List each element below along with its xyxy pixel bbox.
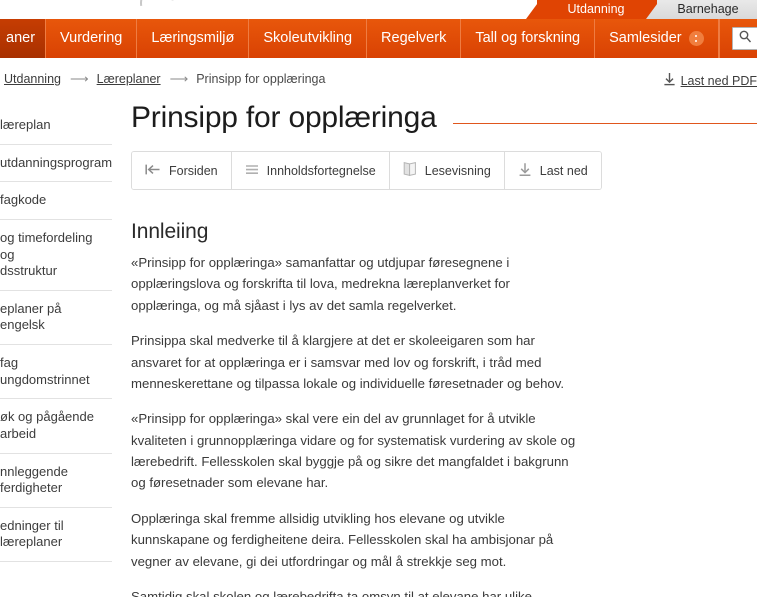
search-area <box>718 19 757 58</box>
tab-skew-shape <box>526 0 540 19</box>
nav-item-label: Skoleutvikling <box>263 30 353 47</box>
sidebar: læreplan utdanningsprogram fagkode og ti… <box>0 98 112 562</box>
forsiden-button[interactable]: Forsiden <box>132 152 232 189</box>
section-tab-label: Barnehage <box>677 2 739 16</box>
section-tabs: Utdanning Barnehage <box>526 0 757 19</box>
back-to-start-icon <box>145 163 161 179</box>
page-root: Utdanning Barnehage aner Vurdering Lærin… <box>0 0 757 597</box>
search-icon <box>739 30 752 48</box>
sidebar-item-1[interactable]: utdanningsprogram <box>0 145 112 183</box>
page-title: Prinsipp for opplæringa <box>131 101 437 134</box>
nav-item-label: Tall og forskning <box>475 30 581 47</box>
body-paragraph-2: «Prinsipp for opplæringa» skal vere ein … <box>131 411 576 491</box>
content-area: læreplan utdanningsprogram fagkode og ti… <box>0 98 757 597</box>
nav-item-samlesider[interactable]: Samlesider <box>595 19 719 58</box>
nav-item-label: Læringsmiljø <box>151 30 235 47</box>
sidebar-item-7[interactable]: nnleggende ferdigheter <box>0 454 112 508</box>
sidebar-item-0[interactable]: læreplan <box>0 107 112 145</box>
download-icon <box>663 72 681 89</box>
sidebar-item-5[interactable]: fag ungdomstrinnet <box>0 345 112 400</box>
last-ned-button[interactable]: Last ned <box>504 152 601 189</box>
body-paragraph-4: Samtidig skal skolen og lærebedrifta ta … <box>131 588 532 597</box>
lesevisning-label: Lesevisning <box>424 163 491 178</box>
title-divider <box>452 123 757 124</box>
document-toolbar: Forsiden Innholdsfortegnelse Lesevisning… <box>131 151 602 190</box>
sidebar-item-3[interactable]: og timefordeling og dsstruktur <box>0 220 112 291</box>
section-tab-label: Utdanning <box>567 2 625 16</box>
download-icon <box>518 162 532 180</box>
search-box[interactable] <box>731 27 757 50</box>
section-heading-innleiing: Innleiing <box>131 220 209 243</box>
lesevisning-button[interactable]: Lesevisning <box>389 152 505 189</box>
book-icon <box>403 161 417 180</box>
main-column: Prinsipp for opplæringa Forsiden Innhold… <box>112 98 757 597</box>
breadcrumb: Utdanning ⟶ Læreplaner ⟶ Prinsipp for op… <box>0 60 757 98</box>
breadcrumb-item-utdanning[interactable]: Utdanning <box>4 72 61 86</box>
nav-item-laeringsmiljo[interactable]: Læringsmiljø <box>137 19 250 58</box>
nav-item-regelverk[interactable]: Regelverk <box>367 19 462 58</box>
forsiden-label: Forsiden <box>169 163 218 178</box>
breadcrumb-separator: ⟶ <box>70 71 89 86</box>
download-pdf-link[interactable]: Last ned PDF <box>663 72 757 89</box>
nav-item-label: Vurdering <box>60 30 123 47</box>
nav-item-vurdering[interactable]: Vurdering <box>46 19 138 58</box>
section-tab-utdanning[interactable]: Utdanning <box>526 0 657 19</box>
sidebar-item-4[interactable]: eplaner på engelsk <box>0 291 112 345</box>
body-paragraph-0: «Prinsipp for opplæringa» samanfattar og… <box>131 255 510 313</box>
body-paragraph-1: Prinsippa skal medverke til å klargjere … <box>131 333 565 391</box>
last-ned-label: Last ned <box>539 163 588 178</box>
sidebar-item-6[interactable]: øk og pågående arbeid <box>0 399 112 454</box>
nav-item-laereplaner[interactable]: aner <box>0 19 47 58</box>
body-paragraph-3: Opplæringa skal fremme allsidig utviklin… <box>131 510 554 569</box>
sidebar-item-2[interactable]: fagkode <box>0 182 112 220</box>
list-icon <box>245 163 259 179</box>
nav-item-label: Samlesider <box>609 30 682 47</box>
breadcrumb-item-laereplaner[interactable]: Læreplaner <box>97 72 161 86</box>
breadcrumb-item-current: Prinsipp for opplæringa <box>196 72 326 86</box>
section-tab-barnehage[interactable]: Barnehage <box>646 0 757 19</box>
download-pdf-label: Last ned PDF <box>680 73 757 88</box>
nav-item-tall-og-forskning[interactable]: Tall og forskning <box>461 19 596 58</box>
innholdsfortegnelse-label: Innholdsfortegnelse <box>266 163 376 178</box>
breadcrumb-separator: ⟶ <box>169 71 189 86</box>
section-tab-bar: Utdanning Barnehage <box>0 0 757 19</box>
main-navigation: aner Vurdering Læringsmiljø Skoleutvikli… <box>0 19 757 60</box>
nav-item-label: Regelverk <box>381 30 447 47</box>
nav-item-skoleutvikling[interactable]: Skoleutvikling <box>249 19 368 58</box>
nav-item-label: aner <box>6 30 36 47</box>
site-logo <box>140 0 184 12</box>
page-title-row: Prinsipp for opplæringa <box>131 98 757 135</box>
sidebar-item-8[interactable]: edninger til læreplaner <box>0 508 112 562</box>
more-vertical-icon <box>688 31 704 46</box>
innholdsfortegnelse-button[interactable]: Innholdsfortegnelse <box>231 152 390 189</box>
